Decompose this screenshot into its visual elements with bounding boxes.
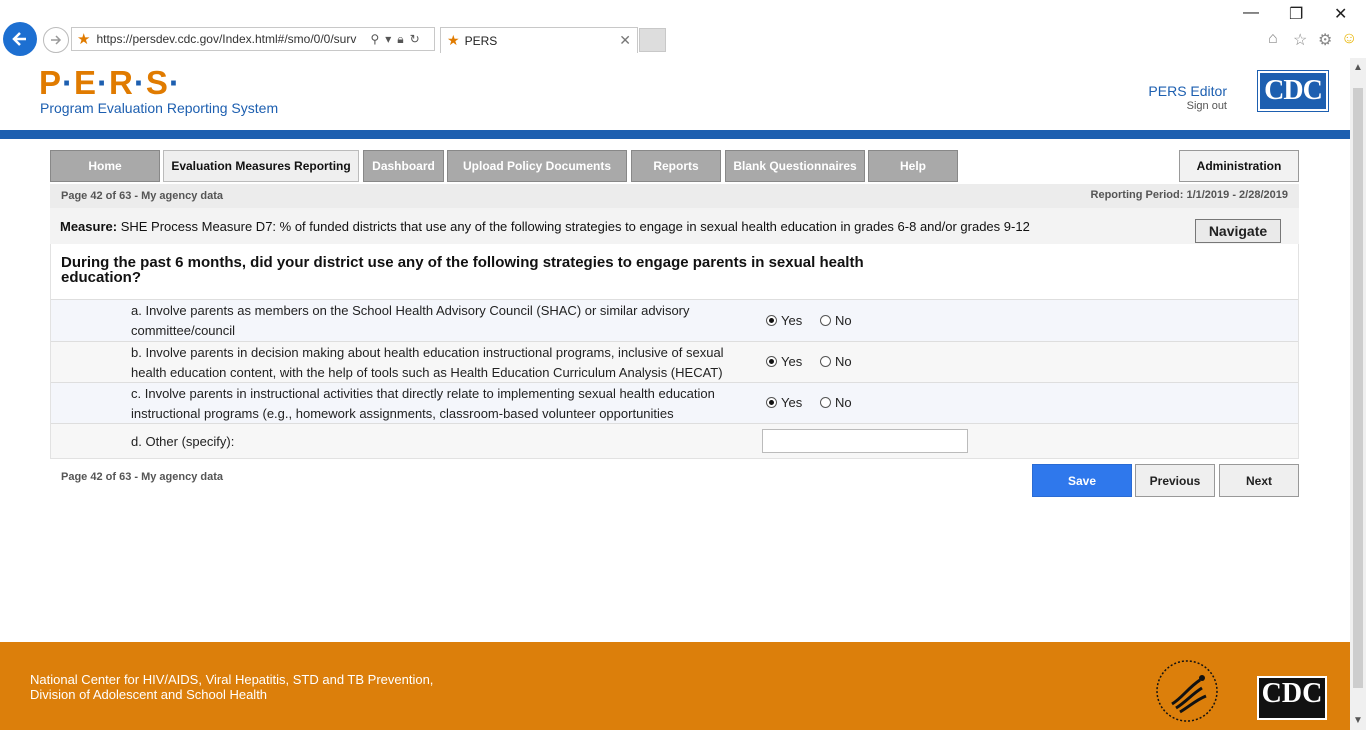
search-icon[interactable]: ⚲ [370, 32, 379, 47]
address-bar[interactable]: ★ https://persdev.cdc.gov/Index.html#/sm… [71, 27, 435, 51]
footer-text: National Center for HIV/AIDS, Viral Hepa… [30, 672, 433, 702]
row-a-yes-option[interactable]: Yes [766, 313, 802, 328]
other-specify-input[interactable] [762, 429, 968, 453]
row-c-label: c. Involve parents in instructional acti… [131, 386, 715, 421]
new-tab-button[interactable] [639, 28, 666, 52]
cdc-logo[interactable]: CDC [1258, 71, 1328, 111]
row-a-no-radio[interactable] [820, 315, 831, 326]
arrow-left-icon [12, 32, 26, 46]
yes-label: Yes [781, 354, 803, 369]
measure-bar: Measure: SHE Process Measure D7: % of fu… [50, 208, 1299, 244]
forward-button[interactable] [43, 27, 69, 53]
no-label: No [835, 313, 852, 328]
nav-reports[interactable]: Reports [631, 150, 721, 182]
lock-icon: 🔒︎ [397, 31, 404, 46]
dropdown-icon[interactable]: ▾ [385, 32, 391, 47]
footer-line-2: Division of Adolescent and School Health [30, 687, 268, 702]
pers-logo[interactable]: P·E·R·S· [39, 64, 181, 102]
row-c-no-option[interactable]: No [820, 395, 852, 410]
smiley-feedback-icon[interactable]: ☺ [1341, 30, 1357, 48]
page-indicator-bottom: Page 42 of 63 - My agency data [61, 471, 224, 483]
site-subtitle: Program Evaluation Reporting System [40, 100, 279, 116]
next-button[interactable]: Next [1219, 464, 1299, 497]
arrow-right-icon [51, 35, 62, 45]
row-c-no-radio[interactable] [820, 397, 831, 408]
row-b-label: b. Involve parents in decision making ab… [131, 345, 724, 380]
row-b-no-radio[interactable] [820, 356, 831, 367]
navigate-button[interactable]: Navigate [1195, 219, 1281, 243]
yes-label: Yes [781, 395, 803, 410]
row-b-yes-option[interactable]: Yes [766, 354, 802, 369]
question-row-d: d. Other (specify): [51, 423, 1298, 458]
measure-prefix: Measure: [60, 219, 118, 234]
refresh-icon[interactable]: ↻ [410, 32, 420, 47]
no-label: No [835, 354, 852, 369]
row-c-yes-option[interactable]: Yes [766, 395, 802, 410]
nav-dashboard[interactable]: Dashboard [363, 150, 444, 182]
back-button[interactable] [3, 22, 37, 56]
vertical-scrollbar[interactable]: ▲ ▼ [1350, 58, 1366, 730]
row-a-label: a. Involve parents as members on the Sch… [131, 303, 690, 338]
browser-chrome: ★ https://persdev.cdc.gov/Index.html#/sm… [0, 0, 1366, 58]
user-area: PERS Editor Sign out [1148, 83, 1227, 112]
sign-out-link[interactable]: Sign out [1148, 100, 1227, 112]
home-icon[interactable]: ⌂ [1268, 30, 1278, 48]
row-a-no-option[interactable]: No [820, 313, 852, 328]
restore-icon[interactable]: ❐ [1289, 4, 1303, 24]
page-footer: National Center for HIV/AIDS, Viral Hepa… [0, 642, 1350, 730]
no-label: No [835, 395, 852, 410]
page-indicator: Page 42 of 63 - My agency data [61, 190, 224, 202]
close-window-icon[interactable]: ✕ [1334, 4, 1347, 24]
url-text[interactable]: https://persdev.cdc.gov/Index.html#/smo/… [96, 32, 364, 46]
user-name: PERS Editor [1148, 83, 1227, 99]
settings-gear-icon[interactable]: ⚙ [1318, 30, 1332, 50]
nav-administration[interactable]: Administration [1179, 150, 1299, 182]
scroll-up-icon[interactable]: ▲ [1350, 62, 1366, 73]
favorites-star-icon[interactable]: ☆ [1293, 30, 1307, 50]
measure-text: Measure: SHE Process Measure D7: % of fu… [60, 219, 1030, 234]
question-text: During the past 6 months, did your distr… [61, 254, 864, 286]
save-button[interactable]: Save [1032, 464, 1132, 497]
row-b-no-option[interactable]: No [820, 354, 852, 369]
question-row-a: a. Involve parents as members on the Sch… [51, 299, 1298, 341]
nav-help[interactable]: Help [868, 150, 958, 182]
header-divider [0, 130, 1350, 139]
row-c-yes-radio[interactable] [766, 397, 777, 408]
minimize-icon[interactable]: — [1243, 4, 1259, 22]
nav-home[interactable]: Home [50, 150, 160, 182]
favicon-star-icon: ★ [77, 31, 91, 48]
question-row-c: c. Involve parents in instructional acti… [51, 382, 1298, 423]
scroll-thumb[interactable] [1353, 88, 1363, 688]
nav-upload-policy[interactable]: Upload Policy Documents [447, 150, 627, 182]
tab-favicon-icon: ★ [447, 32, 460, 48]
row-b-yes-radio[interactable] [766, 356, 777, 367]
nav-evaluation-measures[interactable]: Evaluation Measures Reporting [163, 150, 359, 182]
hhs-seal-icon[interactable] [1152, 658, 1222, 724]
browser-tab[interactable]: ★ PERS ✕ [440, 27, 638, 53]
scroll-down-icon[interactable]: ▼ [1350, 715, 1366, 726]
tab-title: PERS [464, 33, 498, 48]
yes-label: Yes [781, 313, 803, 328]
nav-blank-questionnaires[interactable]: Blank Questionnaires [725, 150, 865, 182]
previous-button[interactable]: Previous [1135, 464, 1215, 497]
reporting-period: Reporting Period: 1/1/2019 - 2/28/2019 [1090, 189, 1288, 201]
cdc-footer-logo[interactable]: CDC [1257, 676, 1327, 720]
tab-close-icon[interactable]: ✕ [619, 32, 631, 49]
row-d-label: d. Other (specify): [131, 434, 235, 449]
footer-line-1: National Center for HIV/AIDS, Viral Hepa… [30, 672, 434, 687]
row-a-yes-radio[interactable] [766, 315, 777, 326]
question-row-b: b. Involve parents in decision making ab… [51, 341, 1298, 382]
info-row: Page 42 of 63 - My agency data Reporting… [50, 184, 1299, 208]
measure-description: SHE Process Measure D7: % of funded dist… [120, 219, 1030, 234]
